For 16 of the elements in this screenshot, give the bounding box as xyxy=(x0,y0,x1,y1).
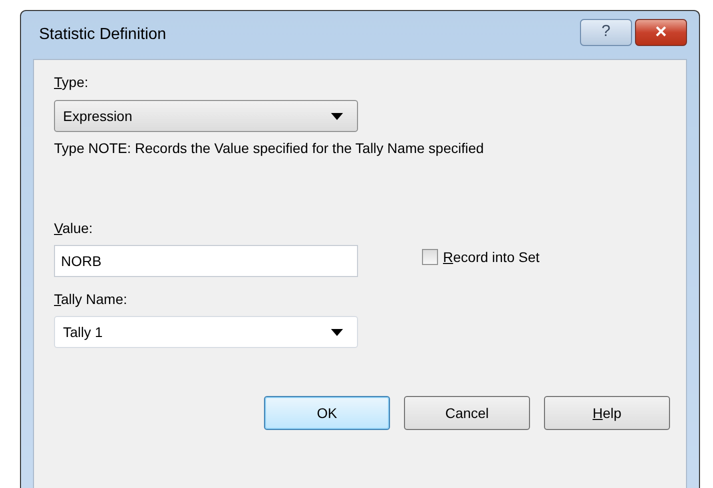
help-button[interactable]: ? xyxy=(580,18,632,46)
field-label: Tally Name: xyxy=(54,291,128,307)
close-button[interactable]: × xyxy=(635,18,687,46)
dropdown-arrow-icon xyxy=(331,328,343,336)
value-field[interactable]: NORB xyxy=(54,245,358,277)
type-dropdown[interactable]: Expression xyxy=(54,100,358,132)
dropdown-arrow-icon xyxy=(331,112,343,120)
dialog-button[interactable]: Help xyxy=(544,396,670,430)
field-label: Value: xyxy=(54,220,93,236)
field-label: Type: xyxy=(54,74,88,90)
record-into-set-checkbox[interactable]: Record into Set xyxy=(422,249,540,265)
tally-name-dropdown[interactable]: Tally 1 xyxy=(54,316,358,348)
type-note: Type NOTE: Records the Value specified for the Tally Name specified xyxy=(54,140,484,156)
window-title: Statistic Definition xyxy=(38,26,166,44)
dialog-button[interactable]: Cancel xyxy=(404,396,530,430)
dialog-button[interactable]: OK xyxy=(264,396,390,430)
